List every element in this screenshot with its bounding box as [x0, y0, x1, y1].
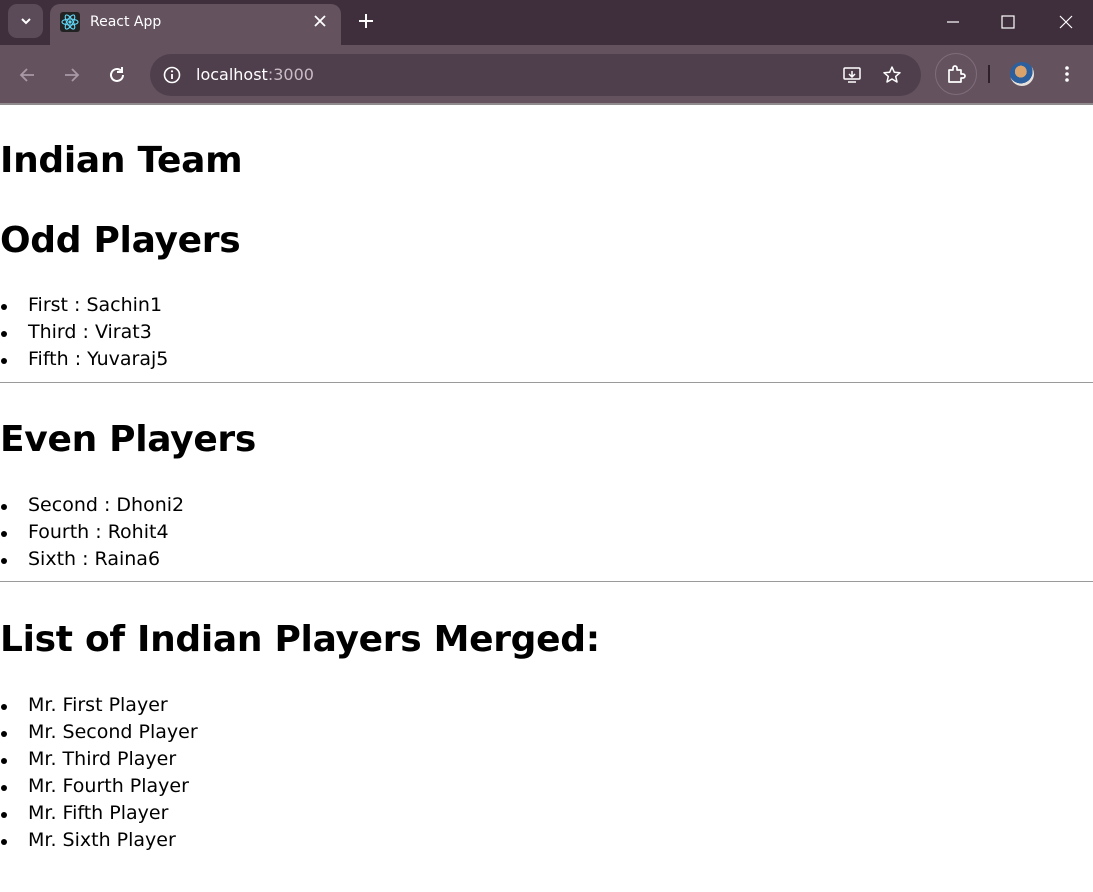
- close-icon[interactable]: [312, 13, 328, 29]
- tab-search-icon: [20, 18, 31, 25]
- toolbar-separator: [988, 65, 990, 83]
- list-item: Mr. Third Player: [0, 746, 198, 773]
- tab-title: React App: [90, 14, 162, 30]
- tab-react-app[interactable]: React App: [50, 4, 341, 45]
- url-host: localhost: [196, 65, 268, 84]
- even-players-list: Second : Dhoni2 Fourth : Rohit4 Sixth : …: [0, 492, 184, 573]
- page-title: Indian Team: [0, 140, 243, 181]
- divider: [0, 581, 1093, 582]
- list-item: Mr. First Player: [0, 692, 198, 719]
- tab-search-button[interactable]: [8, 4, 43, 38]
- address-bar[interactable]: localhost:3000: [150, 54, 921, 96]
- browser-toolbar: localhost:3000: [0, 45, 1093, 103]
- plus-icon[interactable]: [356, 11, 376, 31]
- info-icon[interactable]: [162, 65, 182, 85]
- url-port: :3000: [267, 65, 314, 84]
- list-item: Mr. Fifth Player: [0, 800, 198, 827]
- merged-players-heading: List of Indian Players Merged:: [0, 619, 600, 660]
- list-item: Second : Dhoni2: [0, 492, 184, 519]
- list-item: Fifth : Yuvaraj5: [0, 346, 168, 373]
- list-item: First : Sachin1: [0, 292, 168, 319]
- url-text[interactable]: localhost:3000: [196, 65, 314, 84]
- extensions-button[interactable]: [935, 53, 977, 95]
- tab-strip: React App: [0, 0, 1093, 45]
- merged-players-list: Mr. First Player Mr. Second Player Mr. T…: [0, 692, 198, 854]
- star-icon[interactable]: [882, 65, 902, 85]
- avatar[interactable]: [1010, 62, 1034, 86]
- list-item: Sixth : Raina6: [0, 546, 184, 573]
- divider: [0, 382, 1093, 383]
- page-content: Indian Team Odd Players First : Sachin1 …: [0, 105, 1093, 892]
- list-item: Mr. Sixth Player: [0, 827, 198, 854]
- reload-icon[interactable]: [106, 64, 128, 86]
- react-favicon-icon: [60, 12, 80, 32]
- list-item: Mr. Second Player: [0, 719, 198, 746]
- forward-icon[interactable]: [61, 64, 83, 86]
- maximize-icon[interactable]: [998, 12, 1018, 32]
- list-item: Mr. Fourth Player: [0, 773, 198, 800]
- list-item: Fourth : Rohit4: [0, 519, 184, 546]
- window-close-icon[interactable]: [1056, 12, 1076, 32]
- back-icon[interactable]: [16, 64, 38, 86]
- even-players-heading: Even Players: [0, 419, 257, 460]
- list-item: Third : Virat3: [0, 319, 168, 346]
- minimize-icon[interactable]: [943, 12, 963, 32]
- odd-players-list: First : Sachin1 Third : Virat3 Fifth : Y…: [0, 292, 168, 373]
- menu-icon[interactable]: [1057, 64, 1077, 84]
- install-app-icon[interactable]: [842, 65, 862, 85]
- extensions-icon: [948, 65, 966, 83]
- odd-players-heading: Odd Players: [0, 220, 241, 261]
